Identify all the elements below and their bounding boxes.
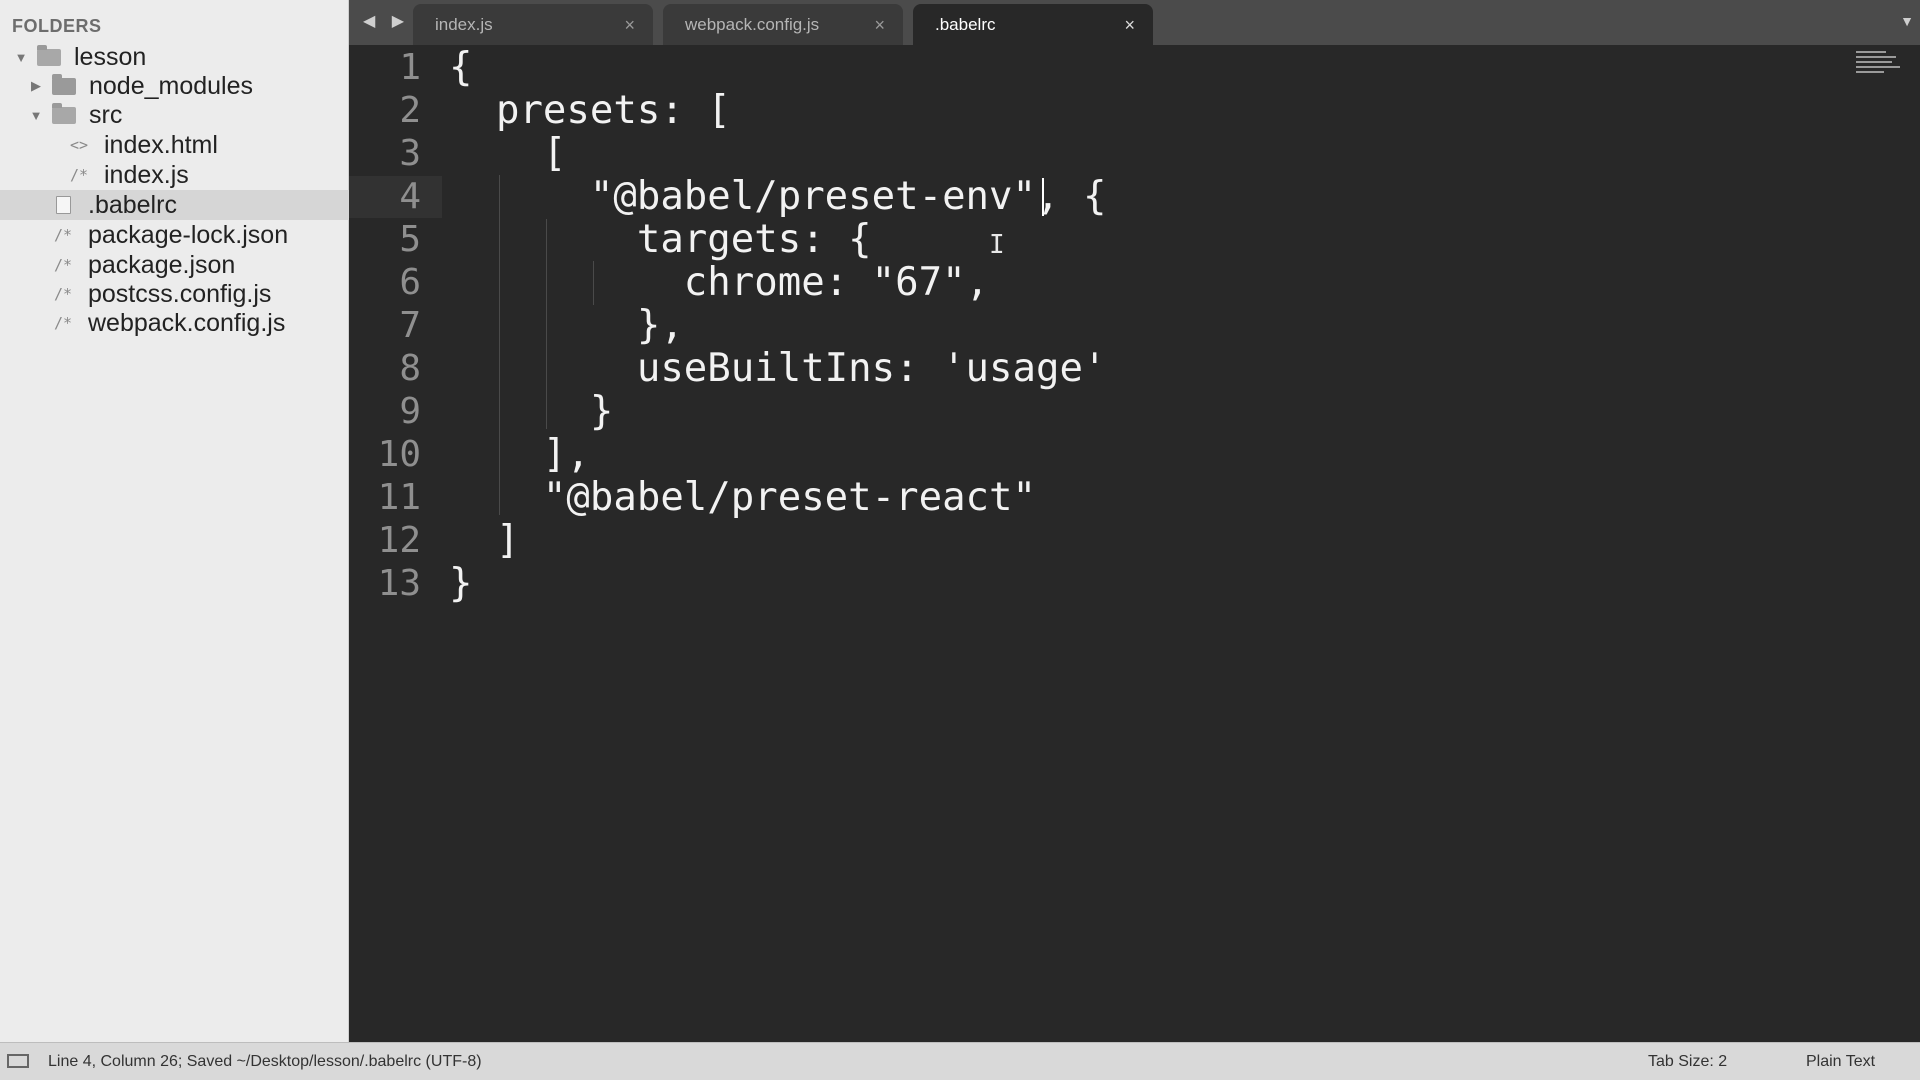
tree-folder-src[interactable]: ▼ src [0, 100, 377, 130]
tree-item-label: package.json [88, 250, 236, 279]
expanded-arrow-icon[interactable]: ▼ [29, 108, 43, 123]
open-folder-icon [36, 44, 62, 67]
tab-index-js[interactable]: index.js × [413, 4, 653, 45]
js-file-icon: /* [53, 314, 73, 332]
code-line: "@babel/preset-env", { [449, 174, 1107, 219]
code-line: [ [449, 131, 567, 176]
code-line: } [449, 561, 473, 606]
syntax-selector[interactable]: Plain Text [1806, 1053, 1875, 1071]
code-line: useBuiltIns: 'usage' [449, 346, 1107, 391]
line-number: 4 [399, 176, 421, 217]
tab-size-selector[interactable]: Tab Size: 2 [1648, 1053, 1727, 1071]
line-number: 12 [377, 520, 421, 561]
close-icon[interactable]: × [874, 15, 885, 36]
js-file-icon: /* [53, 226, 73, 244]
tree-item-label: src [89, 100, 123, 129]
collapsed-arrow-icon[interactable]: ▶ [29, 78, 43, 94]
tree-file-package-lock-json[interactable]: /* package-lock.json [0, 220, 398, 250]
sidebar: FOLDERS ▼ lesson ▶ node_modules ▼ src <>… [0, 0, 398, 1042]
tree-file-babelrc[interactable]: .babelrc [0, 190, 398, 220]
code-line: targets: { [449, 217, 872, 262]
tree-folder-node-modules[interactable]: ▶ node_modules [0, 71, 377, 101]
code-line: chrome: "67", [449, 260, 990, 305]
line-number: 13 [377, 563, 421, 604]
line-number: 2 [399, 90, 421, 131]
folder-icon [51, 73, 77, 96]
line-number: 11 [377, 477, 421, 518]
tab-bar: ◀ ▶ index.js × webpack.config.js × .babe… [349, 0, 1920, 45]
tree-file-webpack-config-js[interactable]: /* webpack.config.js [0, 308, 398, 338]
js-file-icon: /* [69, 166, 89, 184]
code-line: { [449, 45, 473, 90]
code-line: ], [449, 432, 590, 477]
line-number: 10 [377, 434, 421, 475]
open-folder-icon [51, 102, 77, 125]
tab-label: webpack.config.js [685, 14, 820, 34]
line-number: 6 [399, 262, 421, 303]
line-number: 7 [399, 305, 421, 346]
js-file-icon: /* [53, 285, 73, 303]
code-editor[interactable]: 1 2 3 4 5 6 7 8 9 10 11 12 13 { presets:… [349, 45, 1920, 1042]
tab-label: index.js [435, 14, 493, 34]
code-line: "@babel/preset-react" [449, 475, 1036, 520]
tree-item-label: index.js [104, 160, 189, 189]
tree-item-label: node_modules [89, 71, 254, 100]
tab-babelrc[interactable]: .babelrc × [913, 4, 1153, 45]
tab-label: .babelrc [935, 14, 996, 34]
tree-file-package-json[interactable]: /* package.json [0, 250, 398, 280]
line-number: 3 [399, 133, 421, 174]
ibeam-cursor-icon: I [989, 230, 1005, 260]
code-line: } [449, 389, 614, 434]
folders-header: FOLDERS [12, 16, 102, 36]
line-number: 1 [399, 47, 421, 88]
tab-nav-arrows-icon[interactable]: ◀ ▶ [363, 11, 410, 31]
tree-item-label: lesson [74, 42, 147, 71]
code-line: presets: [ [449, 88, 731, 133]
tree-item-label: index.html [104, 130, 218, 159]
status-bar: Line 4, Column 26; Saved ~/Desktop/lesso… [0, 1042, 1920, 1080]
tree-file-postcss-config-js[interactable]: /* postcss.config.js [0, 279, 398, 309]
tree-item-label: .babelrc [88, 190, 177, 219]
tree-item-label: postcss.config.js [88, 279, 272, 308]
tab-webpack-config-js[interactable]: webpack.config.js × [663, 4, 903, 45]
tree-item-label: webpack.config.js [88, 308, 286, 337]
file-icon [50, 195, 76, 215]
expanded-arrow-icon[interactable]: ▼ [14, 50, 28, 65]
minimap[interactable] [1856, 51, 1902, 83]
close-icon[interactable]: × [624, 15, 635, 36]
line-number: 8 [399, 348, 421, 389]
tree-item-label: package-lock.json [88, 220, 289, 249]
line-number: 5 [399, 219, 421, 260]
status-position-text: Line 4, Column 26; Saved ~/Desktop/lesso… [48, 1053, 482, 1070]
panel-toggle-icon[interactable] [7, 1054, 29, 1068]
code-line: ] [449, 518, 520, 563]
tab-dropdown-icon[interactable]: ▼ [1900, 13, 1914, 29]
html-file-icon: <> [69, 136, 89, 154]
js-file-icon: /* [53, 256, 73, 274]
text-caret [1042, 178, 1044, 216]
close-icon[interactable]: × [1124, 15, 1135, 36]
line-number: 9 [399, 391, 421, 432]
code-line: }, [449, 303, 684, 348]
tree-folder-lesson[interactable]: ▼ lesson [0, 42, 362, 72]
sublime-text-window: FOLDERS ▼ lesson ▶ node_modules ▼ src <>… [0, 0, 1920, 1080]
